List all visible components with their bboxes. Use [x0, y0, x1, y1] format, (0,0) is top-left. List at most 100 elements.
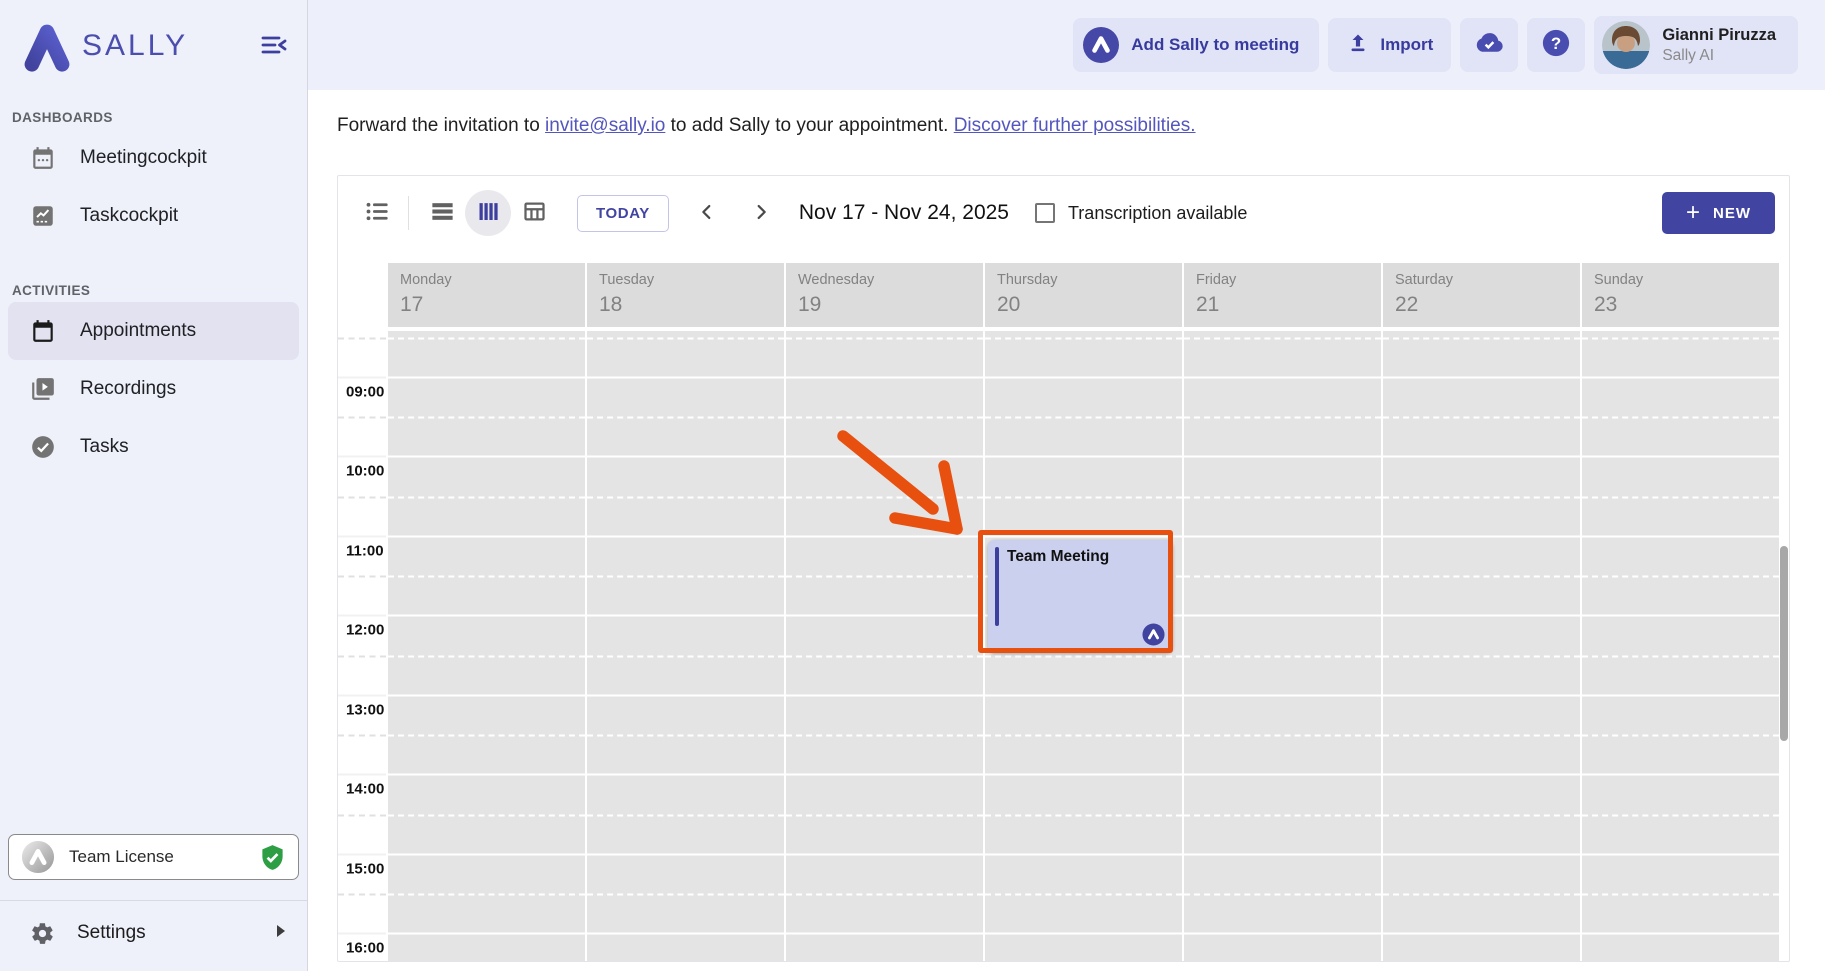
hour-cell[interactable]	[786, 694, 983, 774]
event-team-meeting[interactable]: Team Meeting	[988, 540, 1173, 653]
hour-cell[interactable]	[1184, 456, 1381, 536]
week-view-button-active[interactable]	[465, 190, 511, 236]
sidebar-item-taskcockpit[interactable]: Taskcockpit	[0, 187, 307, 245]
hour-cell[interactable]	[1184, 853, 1381, 933]
hour-cell[interactable]	[1582, 376, 1779, 456]
day-header-cell: Monday 17	[388, 263, 585, 327]
today-button[interactable]: TODAY	[577, 195, 669, 232]
hour-cell[interactable]	[388, 774, 585, 854]
sidebar-item-label: Recordings	[80, 378, 176, 400]
hour-cell[interactable]	[1383, 933, 1580, 962]
day-date: 17	[400, 293, 585, 317]
hour-cell[interactable]	[1582, 615, 1779, 695]
hour-cell[interactable]	[587, 376, 784, 456]
hour-cell[interactable]	[1383, 376, 1580, 456]
hour-cell[interactable]	[985, 376, 1182, 456]
invite-email-link[interactable]: invite@sally.io	[545, 115, 665, 137]
hour-cell[interactable]	[1184, 615, 1381, 695]
hour-cell[interactable]	[1582, 535, 1779, 615]
agenda-list-view-button[interactable]	[362, 198, 392, 228]
new-appointment-button[interactable]: + NEW	[1662, 192, 1775, 234]
hour-cell[interactable]	[587, 615, 784, 695]
time-gutter-cell: 10:00	[338, 456, 386, 536]
hour-cell[interactable]	[786, 376, 983, 456]
hour-cell[interactable]	[1582, 774, 1779, 854]
hour-cell[interactable]	[1184, 535, 1381, 615]
team-license-badge[interactable]: Team License	[8, 834, 299, 880]
hour-cell[interactable]	[1184, 331, 1381, 376]
list-icon	[364, 198, 391, 228]
hour-cell[interactable]	[388, 615, 585, 695]
hour-cell[interactable]	[786, 774, 983, 854]
help-button[interactable]: ?	[1527, 18, 1585, 72]
hour-cell[interactable]	[1184, 933, 1381, 962]
hour-cell[interactable]	[388, 376, 585, 456]
hour-cell[interactable]	[388, 331, 585, 376]
hour-cell[interactable]	[786, 456, 983, 536]
hour-cell[interactable]	[1582, 933, 1779, 962]
sidebar-item-recordings[interactable]: Recordings	[0, 360, 307, 418]
add-sally-to-meeting-button[interactable]: Add Sally to meeting	[1073, 18, 1319, 72]
previous-week-button[interactable]	[691, 197, 723, 229]
hour-cell[interactable]	[1383, 456, 1580, 536]
hour-cell[interactable]	[1184, 694, 1381, 774]
hour-cell[interactable]	[587, 933, 784, 962]
vertical-scrollbar-thumb[interactable]	[1780, 546, 1788, 741]
sidebar-item-tasks[interactable]: Tasks	[0, 418, 307, 476]
hour-cell[interactable]	[388, 694, 585, 774]
hour-cell[interactable]	[1184, 774, 1381, 854]
hour-cell[interactable]	[1582, 331, 1779, 376]
section-label: ACTIVITIES	[0, 283, 307, 298]
transcription-checkbox[interactable]	[1035, 203, 1055, 223]
sidebar-item-meetingcockpit[interactable]: Meetingcockpit	[0, 129, 307, 187]
hour-cell[interactable]	[1383, 535, 1580, 615]
hour-cell[interactable]	[587, 853, 784, 933]
month-view-button[interactable]	[519, 198, 549, 228]
hour-cell[interactable]	[786, 615, 983, 695]
hour-cell[interactable]	[1582, 456, 1779, 536]
hour-cell[interactable]	[388, 933, 585, 962]
next-week-button[interactable]	[745, 197, 777, 229]
day-column	[386, 331, 585, 961]
hour-cell[interactable]	[587, 456, 784, 536]
hour-cell[interactable]	[786, 535, 983, 615]
hour-cell[interactable]	[786, 853, 983, 933]
hour-cell[interactable]	[587, 694, 784, 774]
hour-cell[interactable]	[786, 933, 983, 962]
hour-cell[interactable]	[388, 853, 585, 933]
hour-cell[interactable]	[985, 853, 1182, 933]
hour-cell[interactable]	[985, 774, 1182, 854]
hour-cell[interactable]	[1582, 853, 1779, 933]
sidebar-item-appointments[interactable]: Appointments	[8, 302, 299, 360]
hour-cell[interactable]	[985, 933, 1182, 962]
hour-cell[interactable]	[786, 331, 983, 376]
hour-cell[interactable]	[985, 331, 1182, 376]
day-column	[1580, 331, 1779, 961]
hour-cell[interactable]	[1383, 774, 1580, 854]
hour-cell[interactable]	[985, 456, 1182, 536]
hour-cell[interactable]	[587, 331, 784, 376]
cloud-sync-button[interactable]	[1460, 18, 1518, 72]
hour-cell[interactable]	[1383, 615, 1580, 695]
day-header-cell: Sunday23	[1582, 263, 1779, 327]
hour-cell[interactable]	[1383, 853, 1580, 933]
day-name: Monday	[400, 272, 585, 288]
discover-link[interactable]: Discover further possibilities.	[954, 115, 1196, 137]
hour-cell[interactable]	[388, 535, 585, 615]
toolbar-divider	[408, 196, 409, 230]
day-view-button[interactable]	[427, 198, 457, 228]
hour-cell[interactable]	[587, 535, 784, 615]
invite-info-bar: Forward the invitation to invite@sally.i…	[308, 90, 1825, 162]
hour-cell[interactable]	[388, 456, 585, 536]
time-label: 16:00	[346, 940, 384, 957]
hour-cell[interactable]	[1184, 376, 1381, 456]
hour-cell[interactable]	[1582, 694, 1779, 774]
import-button[interactable]: Import	[1328, 18, 1451, 72]
hour-cell[interactable]	[1383, 694, 1580, 774]
hour-cell[interactable]	[1383, 331, 1580, 376]
user-profile-chip[interactable]: Gianni Piruzza Sally AI	[1594, 16, 1798, 74]
sidebar-collapse-button[interactable]	[255, 30, 293, 62]
hour-cell[interactable]	[985, 694, 1182, 774]
hour-cell[interactable]	[587, 774, 784, 854]
sidebar-item-settings[interactable]: Settings	[0, 901, 307, 965]
